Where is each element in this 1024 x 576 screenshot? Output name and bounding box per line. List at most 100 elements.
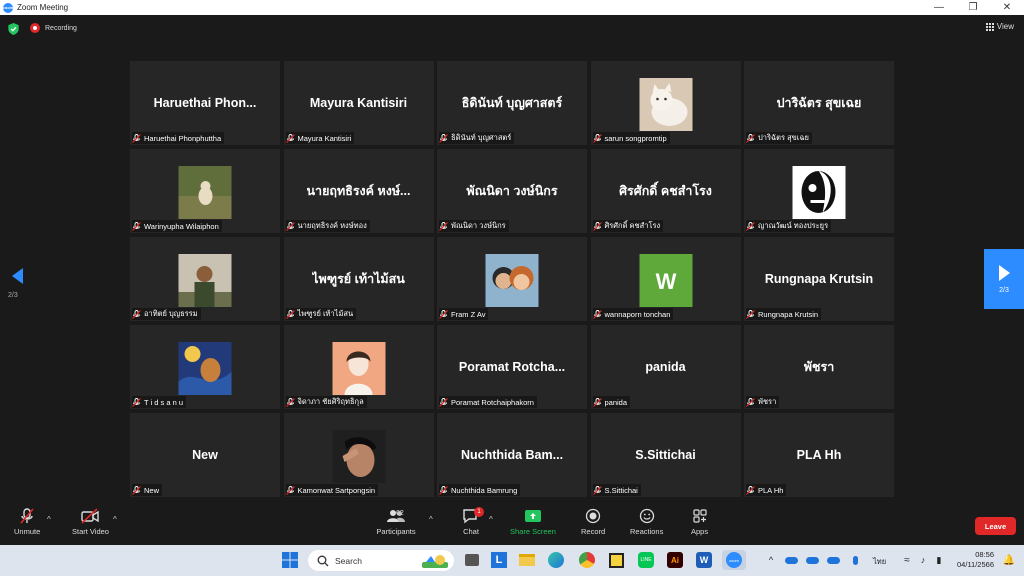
participant-tile[interactable]: PLA Hh PLA Hh [744, 413, 894, 497]
recording-indicator[interactable]: Recording [30, 23, 77, 33]
share-screen-button[interactable]: Share Screen [510, 505, 556, 536]
sticky-notes-icon[interactable] [606, 550, 626, 570]
girl-drawing-avatar [332, 342, 385, 395]
taskbar-search[interactable]: Search [308, 550, 454, 571]
participant-tile[interactable]: New New [130, 413, 280, 497]
participants-label: Participants [376, 527, 416, 536]
word-icon[interactable]: W [694, 550, 714, 570]
participants-options-caret[interactable]: ^ [429, 515, 433, 524]
participant-name-label: Mayura Kantisiri [285, 132, 355, 144]
recording-dot-icon [30, 23, 40, 33]
participant-name: ญาณวัฒน์ ทองประยูร [758, 221, 829, 230]
participant-tile[interactable]: พัชรา พัชรา [744, 325, 894, 409]
participant-tile[interactable]: Rungnapa Krutsin Rungnapa Krutsin [744, 237, 894, 321]
participant-tile[interactable]: Kamonwat Sartpongsin [283, 413, 434, 497]
participant-name: จิดาภา ชัยศิริฤทธิกุล [297, 397, 364, 406]
microphone-tray-icon[interactable] [845, 550, 865, 570]
minimize-button[interactable]: — [922, 0, 956, 15]
leave-button[interactable]: Leave [975, 517, 1016, 535]
participant-name-label: Kamonwat Sartpongsin [285, 484, 379, 496]
participant-tile[interactable]: Fram Z Av [437, 237, 587, 321]
muted-microphone-icon [746, 485, 755, 495]
previous-page-button[interactable]: 2/3 [8, 268, 30, 308]
muted-microphone-icon [592, 133, 602, 143]
participant-name-label: Haruethai Phonphuttha [132, 132, 225, 144]
participant-name-label: ศิรศักดิ์ คชสำโรง [592, 220, 664, 232]
onedrive-icon-2[interactable] [802, 550, 822, 570]
participant-tile[interactable]: จิดาภา ชัยศิริฤทธิกุล [283, 325, 434, 409]
line-app-icon[interactable]: LINE [636, 550, 656, 570]
participant-name-label: T i d s a n u [132, 396, 187, 408]
tray-overflow-icon[interactable]: ^ [761, 550, 781, 570]
onedrive-icon-3[interactable] [823, 550, 843, 570]
participant-name-label: Nuchthida Bamrung [439, 484, 521, 496]
couple-photo-avatar [485, 254, 539, 307]
record-button[interactable]: Record [581, 505, 605, 536]
notification-bell-icon[interactable]: 🔔 [999, 550, 1019, 570]
participant-tile[interactable]: ปาริฉัตร สุขเฉย ปาริฉัตร สุขเฉย [744, 61, 894, 145]
participant-name-label: อาทิตย์ บุญธรรม [132, 308, 201, 320]
view-button[interactable]: View [985, 22, 1014, 31]
maximize-button[interactable]: ❐ [956, 0, 990, 15]
chrome-icon[interactable] [577, 550, 597, 570]
chat-button[interactable]: 1 Chat [462, 505, 484, 536]
participant-name-label: ธิดินันท์ บุญศาสตร์ [439, 132, 515, 144]
participant-tile[interactable]: T i d s a n u [130, 325, 280, 409]
participant-tile[interactable]: Haruethai Phon... Haruethai Phonphuttha [130, 61, 280, 145]
video-options-caret[interactable]: ^ [113, 515, 117, 524]
taskbar-clock[interactable]: 08:56 04/11/2566 [957, 550, 994, 570]
edge-browser-icon[interactable] [546, 550, 566, 570]
participant-display-name-text: Mayura Kantisiri [309, 96, 408, 110]
file-explorer-icon[interactable] [517, 550, 537, 570]
illustrator-icon[interactable]: Ai [665, 550, 685, 570]
participant-tile[interactable]: อาทิตย์ บุญธรรม [130, 237, 280, 321]
reactions-button[interactable]: Reactions [630, 505, 663, 536]
participant-tile[interactable]: พัณนิดา วงษ์นิกร พัณนิดา วงษ์นิกร [437, 149, 587, 233]
participant-tile[interactable]: ญาณวัฒน์ ทองประยูร [744, 149, 894, 233]
start-video-button[interactable]: Start Video [72, 505, 109, 536]
participant-tile[interactable]: Warinyupha Wilaiphon [130, 149, 280, 233]
participant-tile[interactable]: ศิรศักดิ์ คชสำโรง ศิรศักดิ์ คชสำโรง [590, 149, 741, 233]
apps-button[interactable]: Apps [691, 505, 708, 536]
apps-label: Apps [691, 527, 709, 536]
participant-display-name-text: Poramat Rotcha... [458, 360, 566, 374]
video-camera-off-icon [81, 508, 100, 524]
start-button[interactable] [280, 550, 300, 570]
participants-button[interactable]: 62 Participants [376, 505, 416, 536]
unmute-button[interactable]: Unmute [14, 505, 40, 536]
task-view-icon[interactable] [462, 550, 482, 570]
participant-tile[interactable]: panida panida [590, 325, 741, 409]
participant-name-label: wannaporn tonchan [592, 308, 674, 320]
muted-microphone-icon [592, 221, 602, 231]
close-button[interactable]: ✕ [990, 0, 1024, 15]
participant-tile[interactable]: นายฤทธิรงค์ หงษ์... นายฤทธิรงค์ หงษ์ทอง [283, 149, 434, 233]
l-app-icon[interactable]: L [489, 550, 509, 570]
participant-tile[interactable]: ไพฑูรย์ เท้าไม้สน ไพฑูรย์ เท้าไม้สน [283, 237, 434, 321]
muted-microphone-icon [285, 221, 295, 231]
onedrive-icon[interactable] [781, 550, 801, 570]
participant-name-label: นายฤทธิรงค์ หงษ์ทอง [285, 220, 370, 232]
window-title: Zoom Meeting [17, 3, 69, 12]
input-language[interactable]: ไทย [873, 556, 886, 568]
battery-icon[interactable]: ▮ [929, 550, 949, 570]
participant-tile[interactable]: ธิดินันท์ บุญศาสตร์ ธิดินันท์ บุญศาสตร์ [437, 61, 587, 145]
participant-tile[interactable]: S.Sittichai S.Sittichai [590, 413, 741, 497]
security-shield-icon[interactable] [8, 23, 19, 35]
zoom-taskbar-icon[interactable]: zoom [722, 550, 746, 570]
participant-name: ธิดินันท์ บุญศาสตร์ [451, 133, 512, 142]
audio-options-caret[interactable]: ^ [47, 515, 51, 524]
participant-tile[interactable]: sarun songpromtip [590, 61, 741, 145]
participant-tile[interactable]: Mayura Kantisiri Mayura Kantisiri [283, 61, 434, 145]
apps-icon [692, 509, 707, 523]
participant-tile[interactable]: Wwannaporn tonchan [590, 237, 741, 321]
next-page-button[interactable]: 2/3 [984, 249, 1024, 309]
page-indicator-left: 2/3 [8, 292, 18, 299]
muted-microphone-icon [132, 485, 141, 495]
participant-name: นายฤทธิรงค์ หงษ์ทอง [297, 221, 367, 230]
muted-microphone-icon [439, 221, 448, 231]
participant-tile[interactable]: Poramat Rotcha... Poramat Rotchaiphakorn [437, 325, 587, 409]
chat-options-caret[interactable]: ^ [489, 515, 493, 524]
participant-display-name-text: PLA Hh [796, 448, 842, 462]
participant-tile[interactable]: Nuchthida Bam... Nuchthida Bamrung [437, 413, 587, 497]
participant-name: Fram Z Av [451, 309, 486, 319]
